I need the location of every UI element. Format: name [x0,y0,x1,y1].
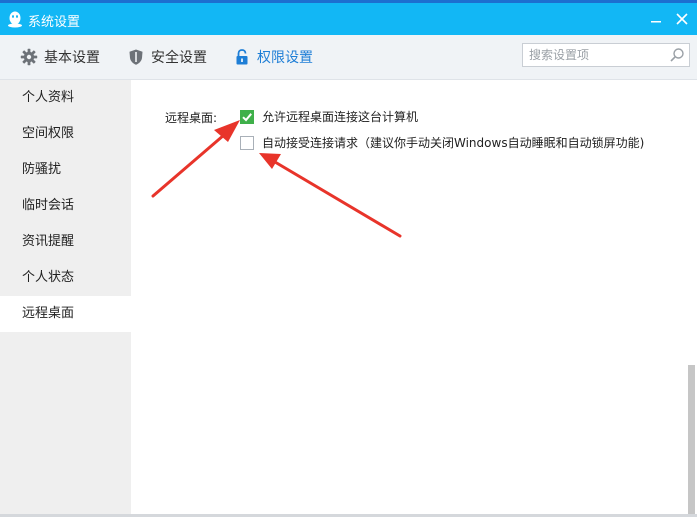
tab-permission-settings[interactable]: 权限设置 [233,35,313,79]
remote-desktop-label: 远程桌面: [165,111,218,125]
qq-penguin-icon [8,11,22,28]
allow-remote-desktop-option[interactable]: 允许远程桌面连接这台计算机 [240,108,418,125]
window-title: 系统设置 [28,15,81,30]
sidebar-item-personal-status[interactable]: 个人状态 [0,260,131,296]
tab-label: 安全设置 [151,50,207,66]
search-icon[interactable] [669,47,685,63]
close-icon[interactable] [672,9,692,29]
settings-toolbar: 基本设置 安全设置 权限设置 [0,35,697,80]
sidebar-item-anti-harassment[interactable]: 防骚扰 [0,152,131,188]
tab-basic-settings[interactable]: 基本设置 [20,35,100,79]
scrollbar-thumb[interactable] [688,365,695,515]
sidebar-item-temp-session[interactable]: 临时会话 [0,188,131,224]
lock-icon [236,49,248,65]
search-input[interactable] [529,46,661,64]
gear-icon [20,48,38,66]
search-box[interactable] [522,43,690,67]
sidebar-item-news-reminder[interactable]: 资讯提醒 [0,224,131,260]
sidebar-item-profile[interactable]: 个人资料 [0,80,131,116]
minimize-icon[interactable] [646,9,666,29]
tab-label: 基本设置 [44,50,100,66]
auto-accept-checkbox[interactable] [240,135,254,150]
auto-accept-text: 自动接受连接请求（建议你手动关闭Windows自动睡眠和自动锁屏功能) [262,136,645,150]
title-bar[interactable]: 系统设置 [0,3,697,35]
sidebar-item-remote-desktop[interactable]: 远程桌面 [0,296,131,332]
auto-accept-option[interactable]: 自动接受连接请求（建议你手动关闭Windows自动睡眠和自动锁屏功能) [240,134,644,151]
settings-sidebar: 个人资料 空间权限 防骚扰 临时会话 资讯提醒 个人状态 远程桌面 [0,80,131,517]
tab-security-settings[interactable]: 安全设置 [127,35,207,79]
checkmark-icon [242,112,252,121]
sidebar-item-space-permission[interactable]: 空间权限 [0,116,131,152]
shield-icon [129,49,143,65]
tab-label: 权限设置 [257,50,313,66]
allow-remote-desktop-text: 允许远程桌面连接这台计算机 [262,110,419,124]
allow-remote-desktop-checkbox[interactable] [240,109,254,124]
